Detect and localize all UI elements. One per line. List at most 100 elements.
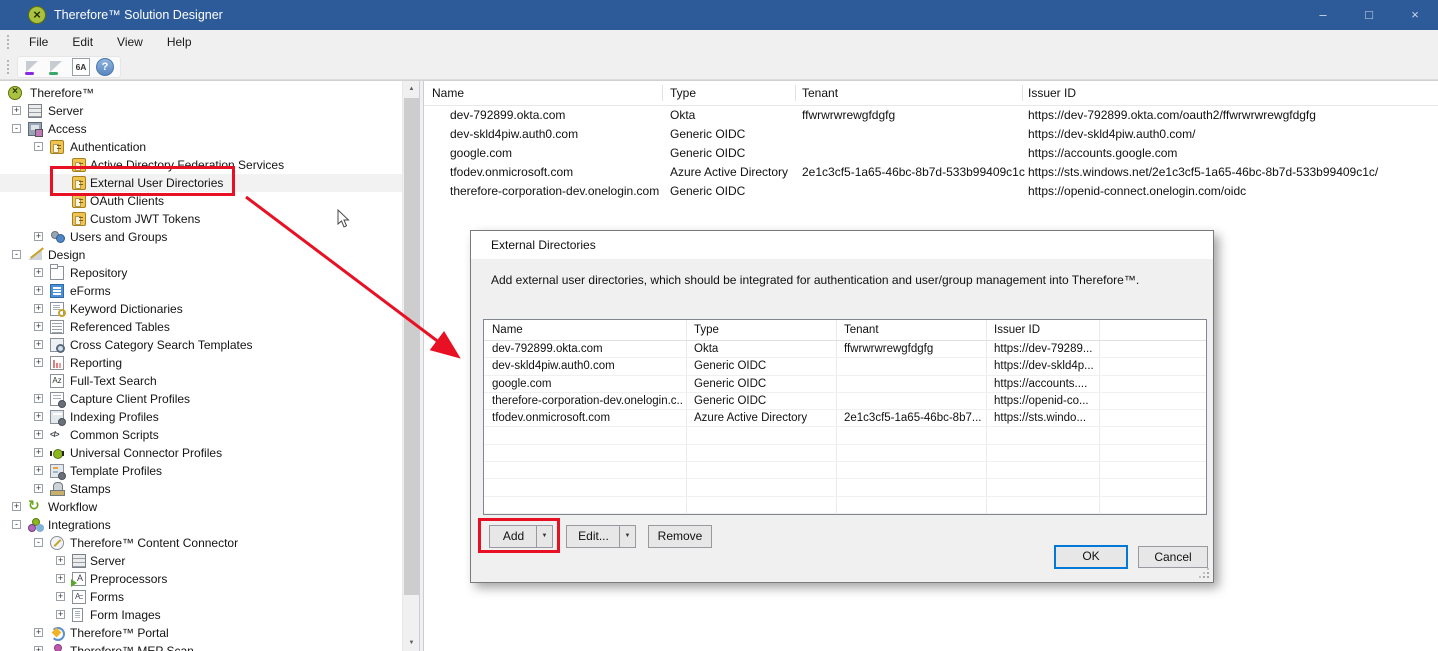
expand-toggle-icon[interactable]: +: [34, 340, 43, 349]
language-icon[interactable]: 6A: [72, 58, 90, 76]
edit-dropdown-icon[interactable]: ▼: [619, 526, 635, 547]
column-header-name[interactable]: Name: [432, 81, 464, 106]
dialog-row-tfodev-onmicrosoft-com[interactable]: tfodev.onmicrosoft.comAzure Active Direc…: [484, 410, 1206, 427]
expand-toggle-icon[interactable]: +: [12, 502, 21, 511]
column-header-type[interactable]: Type: [670, 81, 696, 106]
expand-toggle-icon[interactable]: +: [34, 448, 43, 457]
column-header-tenant[interactable]: Tenant: [844, 320, 982, 341]
ok-button[interactable]: OK: [1054, 545, 1128, 569]
expand-toggle-icon[interactable]: +: [34, 430, 43, 439]
dialog-row-empty[interactable]: [484, 497, 1206, 514]
expand-toggle-icon[interactable]: +: [12, 106, 21, 115]
tree-item-referenced-tables[interactable]: +Referenced Tables: [0, 318, 419, 336]
tree-item-reporting[interactable]: +Reporting: [0, 354, 419, 372]
dialog-row-empty[interactable]: [484, 479, 1206, 496]
tree-item-universal-connector-profiles[interactable]: +Universal Connector Profiles: [0, 444, 419, 462]
tree-item-repository[interactable]: +Repository: [0, 264, 419, 282]
column-header-type[interactable]: Type: [694, 320, 832, 341]
tree-item-stamps[interactable]: +Stamps: [0, 480, 419, 498]
tree-item-server[interactable]: +Server: [0, 552, 419, 570]
tree-item-full-text-search[interactable]: Full-Text Search: [0, 372, 419, 390]
dialog-row-empty[interactable]: [484, 445, 1206, 462]
list-row-dev-skld4piw-auth0-com[interactable]: dev-skld4piw.auth0.comGeneric OIDChttps:…: [424, 125, 1438, 144]
list-row-dev-792899-okta-com[interactable]: dev-792899.okta.comOktaffwrwrwrewgfdgfgh…: [424, 106, 1438, 125]
minimize-button[interactable]: –: [1300, 0, 1346, 30]
tree-item-integrations[interactable]: -Integrations: [0, 516, 419, 534]
tree-item-server[interactable]: +Server: [0, 102, 419, 120]
expand-toggle-icon[interactable]: +: [34, 268, 43, 277]
tree-item-eforms[interactable]: +eForms: [0, 282, 419, 300]
resize-grip[interactable]: [1199, 568, 1209, 578]
tree-item-custom-jwt-tokens[interactable]: Custom JWT Tokens: [0, 210, 419, 228]
column-header-issuer-id[interactable]: Issuer ID: [1028, 81, 1076, 106]
collapse-toggle-icon[interactable]: -: [12, 250, 21, 259]
tree-item-common-scripts[interactable]: +Common Scripts: [0, 426, 419, 444]
tree-item-design[interactable]: -Design: [0, 246, 419, 264]
collapse-toggle-icon[interactable]: -: [12, 124, 21, 133]
edit-button[interactable]: Edit... ▼: [566, 525, 636, 548]
expand-toggle-icon[interactable]: +: [34, 466, 43, 475]
tree-item-cross-category-search-templates[interactable]: +Cross Category Search Templates: [0, 336, 419, 354]
expand-toggle-icon[interactable]: +: [34, 412, 43, 421]
expand-toggle-icon[interactable]: +: [56, 610, 65, 619]
tree-item-workflow[interactable]: +Workflow: [0, 498, 419, 516]
tree-item-authentication[interactable]: -Authentication: [0, 138, 419, 156]
expand-toggle-icon[interactable]: +: [34, 358, 43, 367]
expand-toggle-icon[interactable]: +: [34, 628, 43, 637]
tree-item-form-images[interactable]: +Form Images: [0, 606, 419, 624]
dialog-row-google-com[interactable]: google.comGeneric OIDChttps://accounts..…: [484, 376, 1206, 393]
scroll-down-icon[interactable]: ▼: [403, 635, 420, 651]
expand-toggle-icon[interactable]: +: [56, 574, 65, 583]
dialog-row-empty[interactable]: [484, 462, 1206, 479]
maximize-button[interactable]: □: [1346, 0, 1392, 30]
dialog-row-dev-skld4piw-auth0-com[interactable]: dev-skld4piw.auth0.comGeneric OIDChttps:…: [484, 358, 1206, 375]
expand-toggle-icon[interactable]: +: [34, 304, 43, 313]
expand-toggle-icon[interactable]: +: [34, 322, 43, 331]
column-header-issuer-id[interactable]: Issuer ID: [994, 320, 1095, 341]
cancel-button[interactable]: Cancel: [1138, 546, 1208, 568]
remove-button[interactable]: Remove: [648, 525, 712, 548]
tree-item-capture-client-profiles[interactable]: +Capture Client Profiles: [0, 390, 419, 408]
scrollbar-thumb[interactable]: [404, 98, 419, 595]
dialog-row-therefore-corporation-dev-onelogin-c[interactable]: therefore-corporation-dev.onelogin.c...G…: [484, 393, 1206, 410]
menu-file[interactable]: File: [17, 30, 60, 54]
collapse-toggle-icon[interactable]: -: [34, 142, 43, 151]
expand-toggle-icon[interactable]: +: [56, 592, 65, 601]
expand-toggle-icon[interactable]: +: [34, 286, 43, 295]
collapse-toggle-icon[interactable]: -: [34, 538, 43, 547]
tree-item-therefore-mep-scan[interactable]: +Therefore™ MEP Scan: [0, 642, 419, 651]
expand-toggle-icon[interactable]: +: [34, 394, 43, 403]
expand-toggle-icon[interactable]: +: [34, 232, 43, 241]
tree-item-therefore[interactable]: Therefore™: [0, 84, 419, 102]
tree-item-therefore-portal[interactable]: +Therefore™ Portal: [0, 624, 419, 642]
list-row-google-com[interactable]: google.comGeneric OIDChttps://accounts.g…: [424, 144, 1438, 163]
tree-item-preprocessors[interactable]: +Preprocessors: [0, 570, 419, 588]
menu-view[interactable]: View: [105, 30, 155, 54]
expand-toggle-icon[interactable]: +: [34, 484, 43, 493]
edit-button-label[interactable]: Edit...: [567, 526, 620, 547]
expand-toggle-icon[interactable]: +: [56, 556, 65, 565]
close-button[interactable]: ×: [1392, 0, 1438, 30]
tree-item-keyword-dictionaries[interactable]: +Keyword Dictionaries: [0, 300, 419, 318]
list-row-therefore-corporation-dev-onelogin-com[interactable]: therefore-corporation-dev.onelogin.comGe…: [424, 182, 1438, 201]
tree-scrollbar[interactable]: ▲ ▼: [402, 81, 419, 651]
tree-item-access[interactable]: -Access: [0, 120, 419, 138]
list-row-tfodev-onmicrosoft-com[interactable]: tfodev.onmicrosoft.comAzure Active Direc…: [424, 163, 1438, 182]
help-icon[interactable]: ?: [96, 58, 114, 76]
solution-design-purple-icon[interactable]: [24, 58, 42, 76]
column-header-name[interactable]: Name: [492, 320, 682, 341]
tree-item-template-profiles[interactable]: +Template Profiles: [0, 462, 419, 480]
scroll-up-icon[interactable]: ▲: [403, 81, 420, 98]
collapse-toggle-icon[interactable]: -: [12, 520, 21, 529]
dialog-row-empty[interactable]: [484, 427, 1206, 444]
tree-item-therefore-content-connector[interactable]: -Therefore™ Content Connector: [0, 534, 419, 552]
solution-design-green-icon[interactable]: [48, 58, 66, 76]
expand-toggle-icon[interactable]: +: [34, 646, 43, 651]
menu-help[interactable]: Help: [155, 30, 204, 54]
column-header-tenant[interactable]: Tenant: [802, 81, 838, 106]
menu-edit[interactable]: Edit: [60, 30, 105, 54]
tree-item-forms[interactable]: +Forms: [0, 588, 419, 606]
tree-item-users-and-groups[interactable]: +Users and Groups: [0, 228, 419, 246]
dialog-row-dev-792899-okta-com[interactable]: dev-792899.okta.comOktaffwrwrwrewgfdgfgh…: [484, 341, 1206, 358]
tree-item-indexing-profiles[interactable]: +Indexing Profiles: [0, 408, 419, 426]
